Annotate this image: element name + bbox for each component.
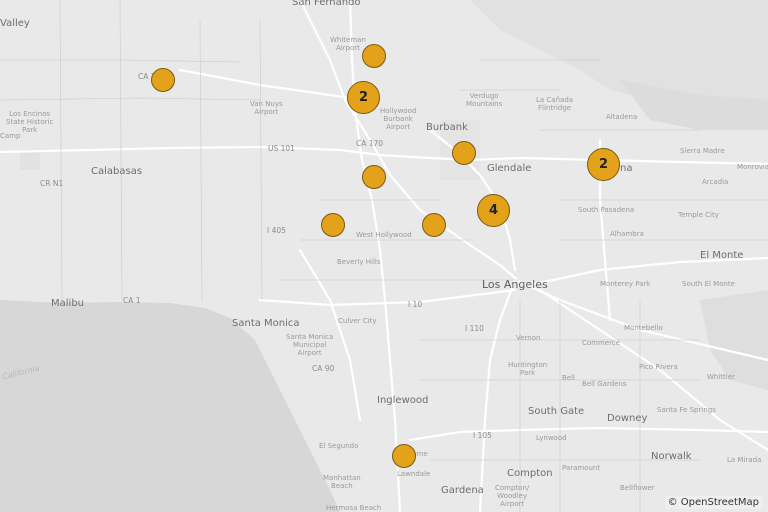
label-monterey-park: Monterey Park (600, 280, 651, 288)
label-ca90: CA 90 (312, 364, 335, 373)
cluster-pasadena[interactable]: 2 (587, 148, 620, 181)
label-cr-n1: CR N1 (40, 179, 64, 188)
label-culver-city: Culver City (338, 317, 377, 325)
label-pico-rivera: Pico Rivera (639, 363, 678, 371)
label-south-gate: South Gate (528, 406, 585, 417)
label-calabasas: Calabasas (91, 166, 143, 177)
label-west-hollywood: West Hollywood (356, 231, 412, 239)
label-van-nuys-airport: Van Nuys Airport (250, 100, 283, 116)
marker-4[interactable] (362, 165, 386, 189)
label-burbank: Burbank (426, 122, 468, 133)
label-lawndale: Lawndale (397, 470, 431, 478)
label-temple-city: Temple City (678, 211, 719, 219)
label-paramount: Paramount (562, 464, 601, 472)
label-compton-airport: Compton/ Woodley Airport (495, 484, 530, 508)
label-san-fernando: San Fernando (292, 0, 361, 8)
marker-5[interactable] (321, 213, 345, 237)
label-valley: Valley (0, 18, 30, 29)
label-hollywood-burbank-airport: Hollywood Burbank Airport (380, 107, 417, 131)
map-attribution[interactable]: © OpenStreetMap (664, 496, 762, 509)
label-vernon: Vernon (516, 334, 541, 342)
label-us101: US 101 (268, 144, 295, 153)
label-i105: I 105 (473, 431, 492, 440)
label-manhattan-beach: Manhattan Beach (323, 474, 361, 490)
label-la-mirada: La Mirada (727, 456, 762, 464)
label-huntington-park: Huntington Park (508, 361, 548, 377)
label-malibu: Malibu (51, 298, 84, 309)
label-ca170: CA 170 (356, 139, 384, 148)
label-compton: Compton (507, 468, 553, 479)
label-i405: I 405 (267, 226, 286, 235)
label-camp: Camp (0, 132, 21, 140)
map-view[interactable]: San Fernando Whiteman Airport Valley CA … (0, 0, 768, 512)
label-beverly-hills: Beverly Hills (337, 258, 381, 266)
label-santa-fe-springs: Santa Fe Springs (657, 406, 716, 414)
label-ca1: CA 1 (123, 296, 141, 305)
label-hermosa-beach: Hermosa Beach (326, 504, 382, 512)
label-la-canada: La Cañada Flintridge (536, 96, 574, 112)
label-el-monte: El Monte (700, 250, 744, 261)
marker-2[interactable] (151, 68, 175, 92)
label-santa-monica-airport: Santa Monica Municipal Airport (286, 333, 334, 357)
label-el-segundo: El Segundo (319, 442, 359, 450)
marker-3[interactable] (452, 141, 476, 165)
cluster-downtown[interactable]: 4 (477, 194, 510, 227)
label-alhambra: Alhambra (610, 230, 644, 238)
marker-1[interactable] (362, 44, 386, 68)
label-i10: I 10 (408, 300, 423, 309)
label-lynwood: Lynwood (536, 434, 567, 442)
label-downey: Downey (607, 413, 648, 424)
marker-6[interactable] (422, 213, 446, 237)
label-arcadia: Arcadia (702, 178, 729, 186)
label-verdugo-mountains: Verdugo Mountains (466, 92, 503, 108)
marker-7[interactable] (392, 444, 416, 468)
label-bell: Bell (562, 374, 575, 382)
label-whittier: Whittier (707, 373, 735, 381)
label-norwalk: Norwalk (651, 451, 692, 462)
basemap (0, 0, 768, 512)
label-montebello: Montebello (624, 324, 663, 332)
label-whiteman-airport: Whiteman Airport (330, 36, 366, 52)
label-commerce: Commerce (582, 339, 620, 347)
label-altadena: Altadena (606, 113, 638, 121)
label-inglewood: Inglewood (377, 395, 429, 406)
label-sierra-madre: Sierra Madre (680, 147, 725, 155)
label-gardena: Gardena (441, 485, 484, 496)
label-los-angeles: Los Angeles (482, 278, 548, 291)
label-monrovia: Monrovia (737, 163, 768, 171)
label-glendale: Glendale (487, 163, 532, 174)
label-santa-monica: Santa Monica (232, 318, 300, 329)
label-los-encinos: Los Encinos State Historic Park (6, 110, 54, 134)
label-south-el-monte: South El Monte (682, 280, 735, 288)
label-bell-gardens: Bell Gardens (582, 380, 627, 388)
label-i110: I 110 (465, 324, 484, 333)
label-south-pasadena: South Pasadena (578, 206, 635, 214)
label-bellflower: Bellflower (620, 484, 655, 492)
label-pasadena: na (620, 163, 633, 174)
cluster-burbank[interactable]: 2 (347, 81, 380, 114)
